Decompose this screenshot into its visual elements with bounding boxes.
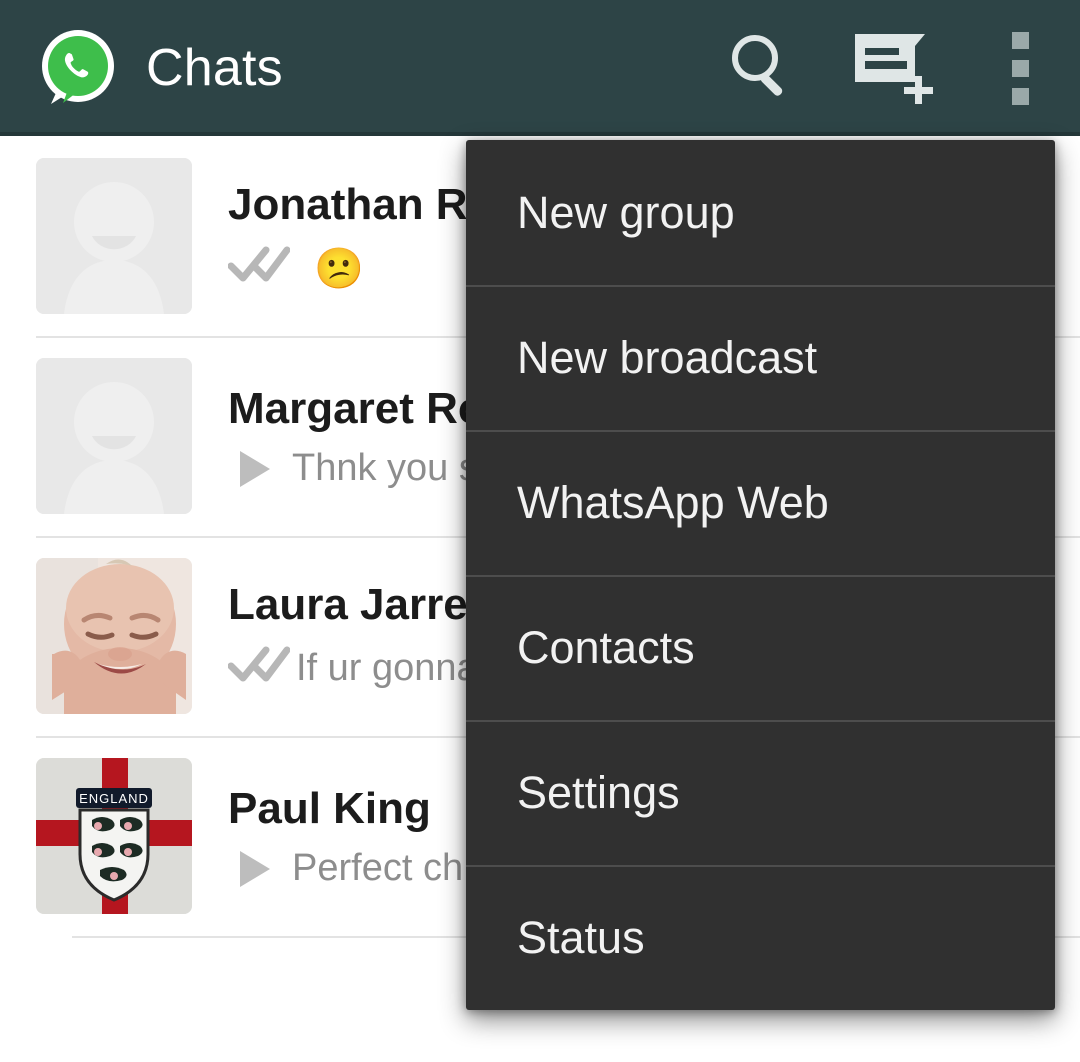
double-check-icon [228, 644, 290, 694]
overflow-menu-icon [1012, 32, 1029, 105]
menu-item-new-broadcast[interactable]: New broadcast [466, 285, 1055, 430]
menu-item-label: Contacts [517, 622, 695, 674]
search-icon [723, 27, 801, 110]
app-bar: Chats [0, 0, 1080, 136]
avatar [36, 358, 192, 514]
menu-item-settings[interactable]: Settings [466, 720, 1055, 865]
menu-item-label: New group [517, 187, 735, 239]
svg-text:ENGLAND: ENGLAND [79, 791, 149, 806]
menu-item-label: WhatsApp Web [517, 477, 829, 529]
snippet-text: If ur gonna [296, 648, 478, 690]
snippet-text: Thnk you s [292, 448, 478, 490]
menu-item-label: Settings [517, 767, 680, 819]
play-triangle-icon [240, 451, 270, 487]
new-chat-icon [853, 26, 939, 111]
avatar: ENGLAND [36, 758, 192, 914]
overflow-menu: New group New broadcast WhatsApp Web Con… [466, 140, 1055, 1010]
avatar [36, 158, 192, 314]
menu-item-new-group[interactable]: New group [466, 140, 1055, 285]
menu-item-contacts[interactable]: Contacts [466, 575, 1055, 720]
new-chat-button[interactable] [848, 20, 944, 116]
emoji-confused-face: 😕 [314, 249, 364, 289]
double-check-icon [228, 244, 290, 294]
menu-item-status[interactable]: Status [466, 865, 1055, 1010]
page-title: Chats [146, 38, 283, 98]
menu-item-whatsapp-web[interactable]: WhatsApp Web [466, 430, 1055, 575]
overflow-menu-button[interactable] [988, 20, 1052, 116]
menu-item-label: New broadcast [517, 332, 817, 384]
search-button[interactable] [714, 20, 810, 116]
avatar [36, 558, 192, 714]
play-triangle-icon [240, 851, 270, 887]
snippet-text: Perfect ch [292, 848, 463, 890]
menu-item-label: Status [517, 912, 645, 964]
whatsapp-logo-icon [36, 26, 120, 110]
